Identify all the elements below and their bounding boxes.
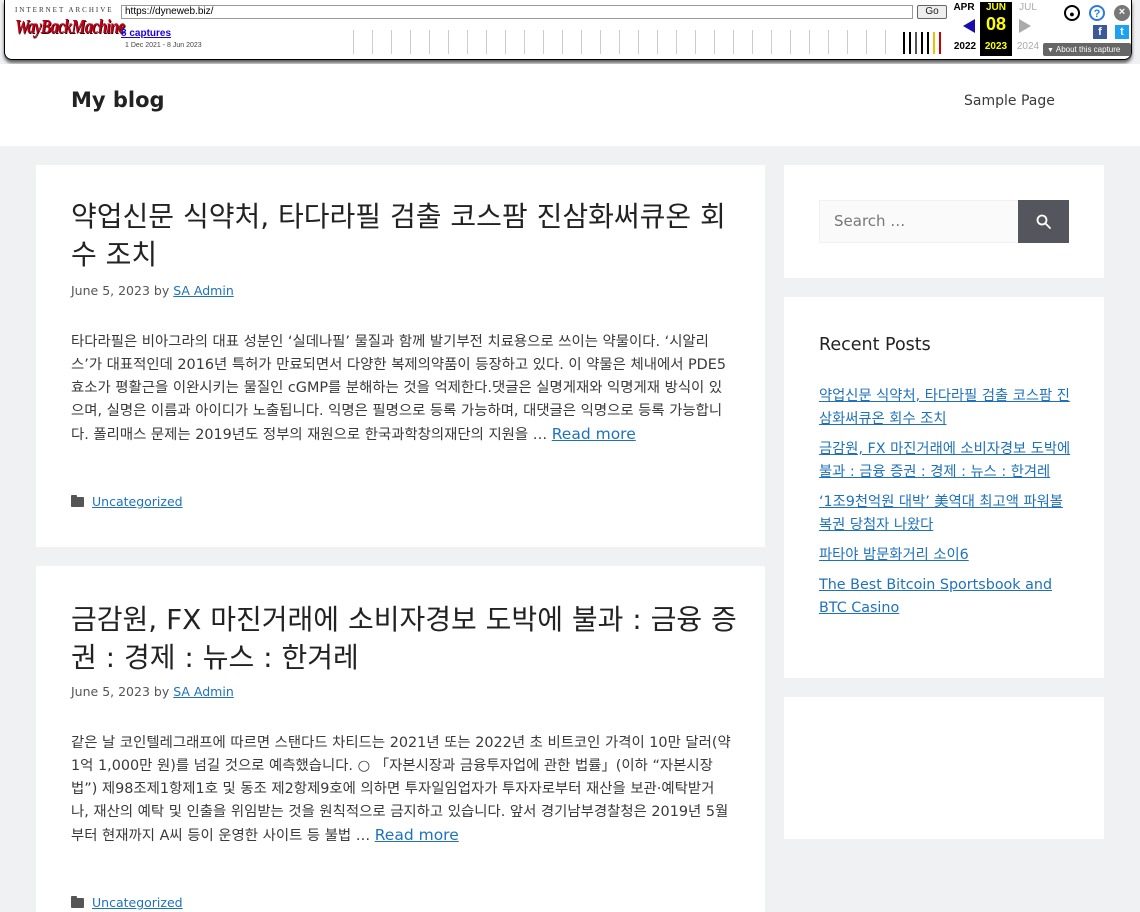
post-author-link[interactable]: SA Admin (173, 283, 234, 298)
category-link[interactable]: Uncategorized (92, 494, 183, 509)
year-next: 2024 (1016, 41, 1040, 52)
post-card: 약업신문 식약처, 타다라필 검출 코스팜 진삼화써큐온 회수 조치 June … (36, 165, 765, 547)
capture-date-range: 1 Dec 2021 - 8 Jun 2023 (125, 42, 202, 49)
year-current: 2023 (984, 41, 1008, 52)
post-title[interactable]: 약업신문 식약처, 타다라필 검출 코스팜 진삼화써큐온 회수 조치 (71, 198, 741, 274)
recent-posts-widget: Recent Posts 약업신문 식약처, 타다라필 검출 코스팜 진삼화써큐… (784, 297, 1104, 678)
post-by: by (153, 684, 170, 699)
month-next: JUL (1019, 2, 1037, 13)
post-date[interactable]: June 5, 2023 (71, 283, 150, 298)
search-icon (1036, 214, 1051, 229)
user-icon[interactable]: ● (1064, 5, 1080, 21)
recent-post-link[interactable]: 약업신문 식약처, 타다라필 검출 코스팜 진삼화써큐온 회수 조치 (819, 388, 1070, 427)
category-link[interactable]: Uncategorized (92, 895, 183, 910)
month-prev[interactable]: APR (949, 2, 979, 13)
site-header: My blog Sample Page (0, 64, 1140, 146)
twitter-icon[interactable]: t (1115, 25, 1129, 39)
list-item: ‘1조9천억원 대박’ 美역대 최고액 파워볼 복권 당첨자 나왔다 (819, 491, 1071, 537)
post-meta: June 5, 2023 by SA Admin (71, 283, 234, 298)
post-author-link[interactable]: SA Admin (173, 684, 234, 699)
go-button[interactable]: Go (917, 5, 947, 19)
captures-link[interactable]: 8 captures (121, 28, 171, 39)
post-card: 금감원, FX 마진거래에 소비자경보 도박에 불과 : 금융 증권 : 경제 … (36, 566, 765, 912)
folder-icon (71, 896, 84, 908)
list-item: 파타야 밤문화거리 소이6 (819, 544, 1071, 567)
logo-main-text: WayBackMachine (15, 16, 125, 38)
post-excerpt: 타다라필은 비아그라의 대표 성분인 ‘실데나필’ 물질과 함께 발기부전 치료… (71, 331, 731, 447)
list-item: 금감원, FX 마진거래에 소비자경보 도박에 불과 : 금융 증권 : 경제 … (819, 438, 1071, 484)
list-item: The Best Bitcoin Sportsbook and BTC Casi… (819, 574, 1071, 620)
capture-sparkline[interactable] (335, 30, 947, 54)
wayback-toolbar: INTERNET ARCHIVE WayBackMachine https://… (4, 0, 1132, 60)
year-prev[interactable]: 2022 (949, 41, 981, 52)
search-button[interactable] (1018, 200, 1069, 243)
nav-item-sample-page[interactable]: Sample Page (964, 93, 1055, 109)
capture-bars[interactable] (901, 30, 947, 54)
empty-widget (784, 697, 1104, 839)
search-input[interactable]: Search … (819, 200, 1018, 243)
post-excerpt: 같은 날 코인텔레그래프에 따르면 스탠다드 차티드는 2021년 또는 202… (71, 732, 731, 848)
search-widget: Search … (784, 165, 1104, 278)
site-title[interactable]: My blog (71, 88, 165, 112)
read-more-link[interactable]: Read more (375, 826, 459, 844)
recent-post-link[interactable]: 파타야 밤문화거리 소이6 (819, 547, 969, 563)
recent-post-link[interactable]: The Best Bitcoin Sportsbook and BTC Casi… (819, 577, 1052, 616)
wayback-logo[interactable]: INTERNET ARCHIVE WayBackMachine (15, 6, 125, 46)
recent-post-link[interactable]: 금감원, FX 마진거래에 소비자경보 도박에 불과 : 금융 증권 : 경제 … (819, 441, 1070, 480)
recent-posts-list: 약업신문 식약처, 타다라필 검출 코스팜 진삼화써큐온 회수 조치 금감원, … (819, 385, 1071, 627)
next-capture-arrow-icon (1019, 19, 1031, 33)
folder-icon (71, 495, 84, 507)
capture-day: 08 (985, 14, 1007, 34)
url-input[interactable]: https://dyneweb.biz/ (121, 5, 913, 19)
post-category: Uncategorized (71, 895, 183, 910)
help-icon[interactable]: ? (1089, 5, 1105, 21)
post-meta: June 5, 2023 by SA Admin (71, 684, 234, 699)
about-capture-button[interactable]: About this capture (1043, 43, 1131, 56)
post-date[interactable]: June 5, 2023 (71, 684, 150, 699)
post-category: Uncategorized (71, 494, 183, 509)
post-by: by (153, 283, 170, 298)
facebook-icon[interactable]: f (1093, 25, 1107, 39)
prev-capture-arrow-icon[interactable] (963, 19, 975, 33)
post-title[interactable]: 금감원, FX 마진거래에 소비자경보 도박에 불과 : 금융 증권 : 경제 … (71, 601, 741, 677)
recent-posts-title: Recent Posts (819, 335, 931, 355)
close-icon[interactable]: × (1114, 5, 1130, 21)
logo-top-text: INTERNET ARCHIVE (15, 6, 114, 14)
read-more-link[interactable]: Read more (552, 425, 636, 443)
recent-post-link[interactable]: ‘1조9천억원 대박’ 美역대 최고액 파워볼 복권 당첨자 나왔다 (819, 494, 1063, 533)
list-item: 약업신문 식약처, 타다라필 검출 코스팜 진삼화써큐온 회수 조치 (819, 385, 1071, 431)
